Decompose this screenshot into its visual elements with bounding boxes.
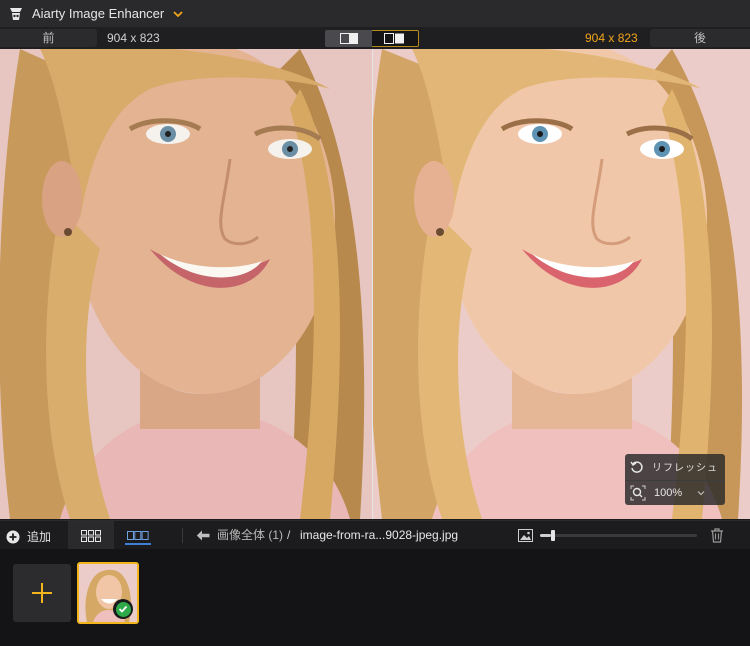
- before-image[interactable]: [0, 49, 372, 519]
- app-title: Aiarty Image Enhancer: [32, 6, 165, 21]
- image-size-icon: [518, 529, 533, 542]
- toolbar-separator: [182, 528, 183, 543]
- add-button[interactable]: 追加: [6, 528, 51, 545]
- grid-view-icon: [81, 529, 101, 542]
- refresh-icon: [630, 460, 643, 473]
- zoom-magnifier-icon: [630, 485, 646, 501]
- before-dimensions: 904 x 823: [107, 31, 160, 45]
- strip-view-icon: [127, 530, 149, 540]
- breadcrumb-separator: /: [287, 528, 291, 542]
- add-image-tile[interactable]: [13, 564, 71, 622]
- split-view-button[interactable]: [325, 30, 372, 47]
- after-image[interactable]: [372, 49, 750, 519]
- refresh-label: リフレッシュ: [652, 463, 718, 474]
- thumbnail-size-slider[interactable]: [540, 530, 697, 541]
- compare-mode-switch: [325, 30, 419, 47]
- add-label: 追加: [27, 530, 52, 544]
- chevron-down-icon[interactable]: [172, 8, 184, 20]
- checkmark-icon: [118, 605, 128, 613]
- slider-fill: [540, 534, 551, 537]
- zoom-value: 100%: [654, 487, 683, 499]
- zoom-select[interactable]: 100%: [625, 480, 725, 505]
- aiarty-logo-icon: [10, 7, 22, 20]
- trash-icon[interactable]: [710, 528, 724, 543]
- zoom-panel: リフレッシュ 100%: [625, 454, 725, 505]
- after-label: 後: [650, 29, 750, 47]
- breadcrumb-all-images[interactable]: 画像全体 (1): [217, 521, 283, 550]
- refresh-button[interactable]: リフレッシュ: [625, 454, 725, 479]
- plus-circle-icon: [6, 530, 20, 543]
- thumbnail-tray: [0, 549, 750, 646]
- done-check-badge: [113, 599, 133, 619]
- split-view-icon: [339, 33, 358, 44]
- image-viewer[interactable]: リフレッシュ 100%: [0, 49, 750, 519]
- compare-divider[interactable]: [372, 49, 373, 519]
- side-by-side-button[interactable]: [372, 30, 419, 47]
- plus-icon: [32, 583, 52, 603]
- slider-thumb[interactable]: [551, 530, 555, 541]
- title-bar: Aiarty Image Enhancer: [0, 0, 750, 27]
- chevron-down-icon: [697, 491, 705, 496]
- grid-view-button[interactable]: [68, 521, 114, 550]
- strip-view-button[interactable]: [125, 527, 151, 545]
- compare-header: 前 904 x 823 904 x 823 後: [0, 27, 750, 49]
- bottom-toolbar: 追加 画像全体 (1) / image-from-ra...9028-jpeg.…: [0, 520, 750, 550]
- breadcrumb-file-name: image-from-ra...9028-jpeg.jpg: [300, 528, 459, 542]
- side-by-side-icon: [384, 33, 404, 44]
- back-arrow-icon[interactable]: [196, 530, 210, 541]
- before-label: 前: [0, 29, 97, 47]
- after-dimensions: 904 x 823: [585, 31, 638, 45]
